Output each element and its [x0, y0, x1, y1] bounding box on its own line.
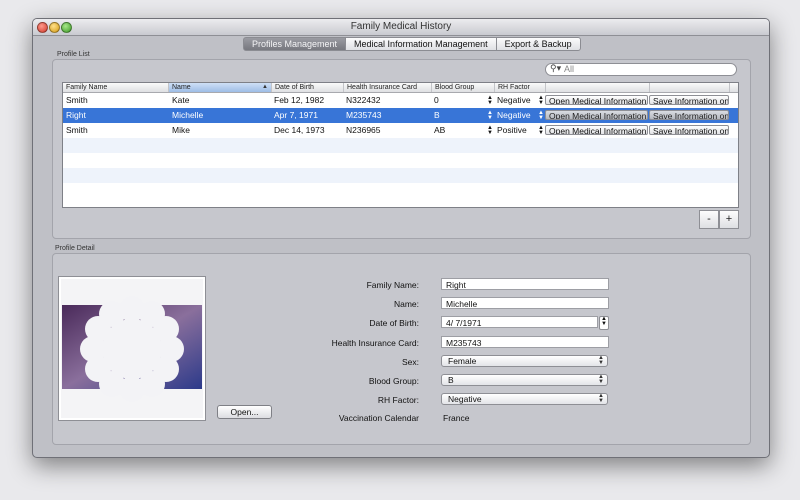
column-header-rh-factor[interactable]: RH Factor: [495, 83, 546, 92]
cell-dob: Dec 14, 1973: [274, 125, 325, 135]
sex-popup[interactable]: Female ▲ ▼: [441, 355, 608, 367]
sort-ascending-icon: ▲: [262, 84, 268, 90]
cell-dob: Feb 12, 1982: [274, 95, 325, 105]
date-stepper-icon[interactable]: ▲ ▼: [599, 316, 609, 330]
app-window: Family Medical History Profiles Manageme…: [32, 18, 770, 458]
cell-rh[interactable]: Positive: [497, 123, 527, 138]
cell-card: N322432: [346, 95, 381, 105]
column-header-blood-group[interactable]: Blood Group: [432, 83, 495, 92]
open-medical-information-button[interactable]: Open Medical Information: [545, 125, 648, 135]
cell-family-name: Smith: [66, 95, 88, 105]
rh-factor-popup-value: Negative: [448, 394, 482, 404]
stepper-icon[interactable]: ▲ ▼: [538, 125, 544, 136]
empty-row: [63, 183, 738, 198]
tab-bar: Profiles Management Medical Information …: [243, 37, 581, 51]
cell-card: M235743: [346, 110, 382, 120]
cell-name: Mike: [172, 125, 190, 135]
popup-arrows-icon: ▲ ▼: [598, 393, 604, 404]
column-header-family-name[interactable]: Family Name: [63, 83, 169, 92]
blood-group-popup-value: B: [448, 375, 454, 385]
popup-arrows-icon: ▲ ▼: [598, 355, 604, 366]
column-header-name-label: Name: [172, 84, 191, 91]
save-information-button[interactable]: Save Information on: [649, 125, 729, 135]
tab-profiles-management[interactable]: Profiles Management: [243, 37, 347, 51]
search-placeholder: All: [564, 64, 575, 74]
column-header-date-of-birth[interactable]: Date of Birth: [272, 83, 344, 92]
window-title: Family Medical History: [350, 21, 452, 32]
vaccination-calendar-value: France: [443, 413, 470, 423]
blood-group-popup[interactable]: B ▲ ▼: [441, 374, 608, 386]
empty-row: [63, 138, 738, 153]
column-header-name[interactable]: Name ▲: [169, 83, 272, 92]
name-label: Name:: [393, 299, 419, 309]
cell-rh[interactable]: Negative: [497, 108, 531, 123]
profile-photo-well[interactable]: [58, 276, 206, 421]
rh-factor-label: RH Factor:: [377, 395, 419, 405]
cell-name: Michelle: [172, 110, 204, 120]
cell-blood[interactable]: AB: [434, 123, 445, 138]
table-row[interactable]: Smith Kate Feb 12, 1982 N322432 0 ▲ ▼ Neg…: [63, 93, 738, 108]
cell-family-name: Smith: [66, 125, 88, 135]
cell-family-name: Right: [66, 110, 86, 120]
family-name-field[interactable]: Right: [441, 278, 609, 290]
table-header: Family Name Name ▲ Date of Birth Health …: [63, 83, 738, 93]
health-insurance-card-label: Health Insurance Card:: [331, 338, 419, 348]
column-header-open[interactable]: [546, 83, 650, 92]
cell-blood[interactable]: 0: [434, 93, 439, 108]
popup-arrows-icon: ▲ ▼: [598, 374, 604, 385]
date-of-birth-field[interactable]: 4/ 7/1971: [441, 316, 598, 328]
vaccination-calendar-label: Vaccination Calendar: [338, 413, 419, 423]
sex-popup-value: Female: [448, 356, 477, 366]
health-insurance-card-field[interactable]: M235743: [441, 336, 609, 348]
cell-dob: Apr 7, 1971: [274, 110, 318, 120]
cell-name: Kate: [172, 95, 190, 105]
cell-card: N236965: [346, 125, 381, 135]
table-row[interactable]: Smith Mike Dec 14, 1973 N236965 AB ▲ ▼ Po…: [63, 123, 738, 138]
empty-row: [63, 153, 738, 168]
open-medical-information-button[interactable]: Open Medical Information: [545, 95, 648, 105]
tab-medical-information-management[interactable]: Medical Information Management: [345, 37, 497, 51]
sex-label: Sex:: [401, 357, 419, 367]
name-field[interactable]: Michelle: [441, 297, 609, 309]
stepper-icon[interactable]: ▲ ▼: [538, 110, 544, 121]
stepper-icon[interactable]: ▲ ▼: [487, 125, 493, 136]
tab-export-backup[interactable]: Export & Backup: [495, 37, 581, 51]
search-icon: ⚲▾: [550, 63, 562, 73]
cell-blood[interactable]: B: [434, 108, 440, 123]
stepper-icon[interactable]: ▲ ▼: [487, 110, 493, 121]
blood-group-label: Blood Group:: [368, 376, 419, 386]
search-field[interactable]: ⚲▾ All: [545, 63, 737, 76]
save-information-button[interactable]: Save Information on: [649, 95, 729, 105]
rh-factor-popup[interactable]: Negative ▲ ▼: [441, 393, 608, 405]
family-name-label: Family Name:: [366, 280, 419, 290]
profile-photo-image: [62, 296, 202, 402]
table-row-selected[interactable]: Right Michelle Apr 7, 1971 M235743 B ▲ ▼ …: [63, 108, 738, 123]
date-of-birth-label: Date of Birth:: [369, 318, 419, 328]
stepper-icon[interactable]: ▲ ▼: [487, 95, 493, 106]
column-header-health-insurance-card[interactable]: Health Insurance Card: [344, 83, 432, 92]
open-medical-information-button[interactable]: Open Medical Information: [545, 110, 648, 120]
save-information-button[interactable]: Save Information on: [649, 110, 729, 120]
add-profile-button[interactable]: +: [719, 210, 739, 229]
remove-profile-button[interactable]: -: [699, 210, 719, 229]
stepper-icon[interactable]: ▲ ▼: [538, 95, 544, 106]
title-bar[interactable]: Family Medical History: [33, 19, 769, 36]
empty-row: [63, 168, 738, 183]
column-header-save[interactable]: [650, 83, 730, 92]
profiles-table[interactable]: Family Name Name ▲ Date of Birth Health …: [62, 82, 739, 208]
profile-detail-label: Profile Detail: [55, 245, 95, 252]
cell-rh[interactable]: Negative: [497, 93, 531, 108]
profile-list-label: Profile List: [57, 51, 90, 58]
